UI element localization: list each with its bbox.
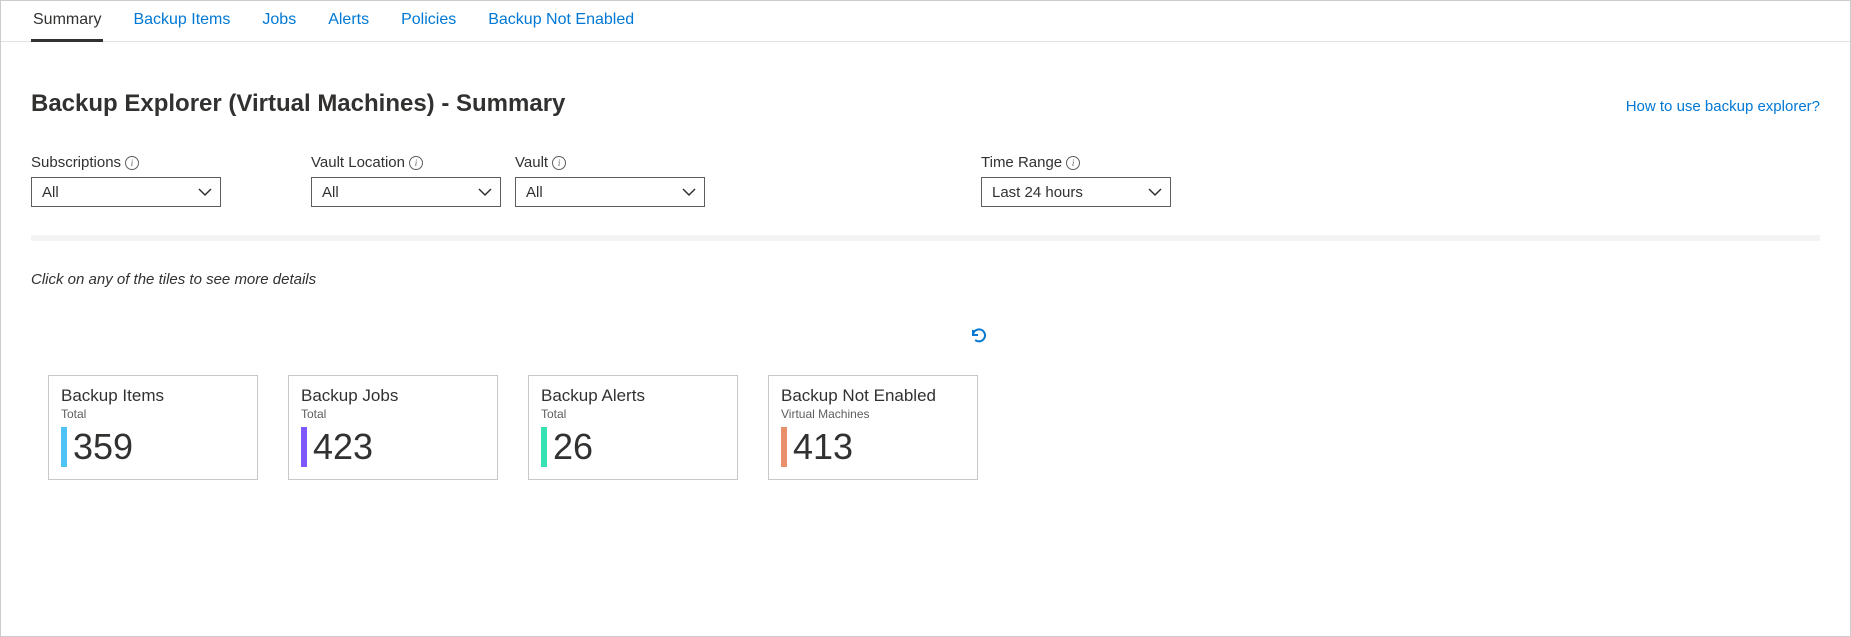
filter-vault-label: Vault i: [515, 154, 981, 171]
vault-dropdown[interactable]: All: [515, 177, 705, 207]
info-icon[interactable]: i: [552, 156, 566, 170]
header-row: Backup Explorer (Virtual Machines) - Sum…: [1, 42, 1850, 118]
tile-value-row: 359: [61, 427, 245, 467]
filter-time-range-label-text: Time Range: [981, 154, 1062, 171]
chevron-down-icon: [682, 185, 696, 199]
filter-row: Subscriptions i All Vault Location i All: [1, 118, 1850, 207]
filter-vault-label-text: Vault: [515, 154, 548, 171]
tab-alerts[interactable]: Alerts: [326, 3, 371, 42]
help-link[interactable]: How to use backup explorer?: [1626, 98, 1820, 115]
tile-sub: Virtual Machines: [781, 407, 965, 421]
chevron-down-icon: [478, 185, 492, 199]
tile-title: Backup Jobs: [301, 386, 485, 406]
tile-sub: Total: [301, 407, 485, 421]
filter-vault-location-label: Vault Location i: [311, 154, 515, 171]
filter-time-range-label: Time Range i: [981, 154, 1181, 171]
chevron-down-icon: [1148, 185, 1162, 199]
filter-vault-location-label-text: Vault Location: [311, 154, 405, 171]
tile-title: Backup Alerts: [541, 386, 725, 406]
tile-value-row: 423: [301, 427, 485, 467]
time-range-dropdown[interactable]: Last 24 hours: [981, 177, 1171, 207]
tab-backup-not-enabled[interactable]: Backup Not Enabled: [486, 3, 636, 42]
tile-value: 359: [73, 429, 133, 465]
filter-subscriptions-label-text: Subscriptions: [31, 154, 121, 171]
tile-backup-items[interactable]: Backup Items Total 359: [48, 375, 258, 480]
subscriptions-dropdown-value: All: [42, 184, 59, 201]
tile-backup-jobs[interactable]: Backup Jobs Total 423: [288, 375, 498, 480]
info-icon[interactable]: i: [125, 156, 139, 170]
tile-sub: Total: [541, 407, 725, 421]
hint-text: Click on any of the tiles to see more de…: [1, 241, 1850, 288]
tiles-row: Backup Items Total 359 Backup Jobs Total…: [1, 349, 1850, 480]
tile-backup-alerts[interactable]: Backup Alerts Total 26: [528, 375, 738, 480]
tab-summary[interactable]: Summary: [31, 3, 103, 42]
page-title: Backup Explorer (Virtual Machines) - Sum…: [31, 90, 565, 118]
info-icon[interactable]: i: [409, 156, 423, 170]
tile-accent-bar: [61, 427, 67, 467]
tile-value-row: 26: [541, 427, 725, 467]
tile-accent-bar: [541, 427, 547, 467]
vault-location-dropdown[interactable]: All: [311, 177, 501, 207]
tile-value: 423: [313, 429, 373, 465]
tile-value-row: 413: [781, 427, 965, 467]
filter-vault-location: Vault Location i All: [311, 154, 515, 207]
tile-title: Backup Not Enabled: [781, 386, 965, 406]
undo-row: [1, 288, 1850, 349]
vault-dropdown-value: All: [526, 184, 543, 201]
time-range-dropdown-value: Last 24 hours: [992, 184, 1083, 201]
tile-title: Backup Items: [61, 386, 245, 406]
filter-subscriptions: Subscriptions i All: [31, 154, 311, 207]
tab-backup-items[interactable]: Backup Items: [131, 3, 232, 42]
vault-location-dropdown-value: All: [322, 184, 339, 201]
subscriptions-dropdown[interactable]: All: [31, 177, 221, 207]
undo-icon[interactable]: [969, 326, 989, 349]
filter-vault: Vault i All: [515, 154, 981, 207]
chevron-down-icon: [198, 185, 212, 199]
info-icon[interactable]: i: [1066, 156, 1080, 170]
tile-value: 26: [553, 429, 593, 465]
page-frame: Summary Backup Items Jobs Alerts Policie…: [0, 0, 1851, 637]
tile-accent-bar: [781, 427, 787, 467]
tile-accent-bar: [301, 427, 307, 467]
tab-jobs[interactable]: Jobs: [260, 3, 298, 42]
filter-subscriptions-label: Subscriptions i: [31, 154, 311, 171]
filter-time-range: Time Range i Last 24 hours: [981, 154, 1181, 207]
tile-backup-not-enabled[interactable]: Backup Not Enabled Virtual Machines 413: [768, 375, 978, 480]
tab-bar: Summary Backup Items Jobs Alerts Policie…: [1, 1, 1850, 42]
tile-sub: Total: [61, 407, 245, 421]
tile-value: 413: [793, 429, 853, 465]
tab-policies[interactable]: Policies: [399, 3, 458, 42]
